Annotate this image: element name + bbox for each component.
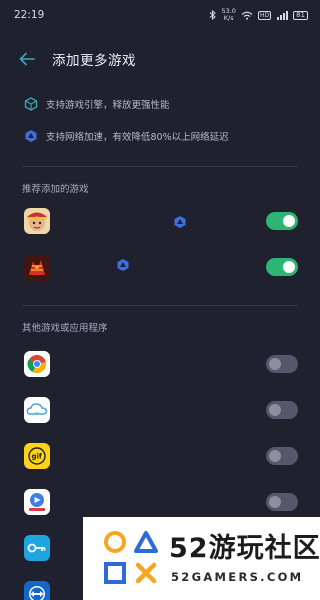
network-accelerate-icon xyxy=(116,257,130,271)
bluetooth-icon xyxy=(209,10,217,20)
game-red-character-icon xyxy=(24,255,50,281)
others-section-label: 其他游戏或应用程序 xyxy=(22,323,108,334)
battery-icon: 81 xyxy=(293,10,308,20)
watermark-logo-icon xyxy=(101,527,161,589)
network-speed: 53.0 K/s xyxy=(221,8,235,22)
back-arrow-icon[interactable] xyxy=(18,50,36,68)
divider xyxy=(22,305,298,306)
watermark-banner: 52游玩社区 52GAMERS.COM xyxy=(83,517,320,600)
toggle-knob xyxy=(269,450,281,462)
toggle-switch[interactable] xyxy=(266,258,298,276)
toggle-switch[interactable] xyxy=(266,401,298,419)
recommended-section-label: 推荐添加的游戏 xyxy=(22,184,89,195)
toggle-knob xyxy=(283,261,295,273)
status-time: 22:19 xyxy=(14,9,45,21)
svg-text:gif: gif xyxy=(32,453,43,461)
divider xyxy=(22,166,298,167)
toggle-switch[interactable] xyxy=(266,447,298,465)
hd-badge: HD xyxy=(257,10,272,20)
signal-icon xyxy=(276,10,289,20)
key-app-icon xyxy=(24,535,50,561)
game-one-piece-icon xyxy=(24,208,50,234)
page-title: 添加更多游戏 xyxy=(52,53,136,69)
feature-engine: 支持游戏引擎，释放更强性能 xyxy=(0,88,320,120)
toggle-switch[interactable] xyxy=(266,355,298,373)
toggle-knob xyxy=(283,215,295,227)
list-item[interactable] xyxy=(0,344,320,390)
red-video-app-icon xyxy=(24,489,50,515)
header: 添加更多游戏 xyxy=(0,30,320,88)
status-icons: 53.0 K/s HD 81 xyxy=(209,8,308,22)
teamviewer-icon xyxy=(24,581,50,600)
status-bar: 22:19 53.0 K/s HD 81 xyxy=(0,0,320,30)
network-accelerate-icon xyxy=(173,214,187,228)
cloud-app-icon xyxy=(24,397,50,423)
toggle-knob xyxy=(269,358,281,370)
list-item[interactable]: gif xyxy=(0,436,320,482)
toggle-knob xyxy=(269,496,281,508)
feature-engine-text: 支持游戏引擎，释放更强性能 xyxy=(46,100,170,111)
chrome-icon xyxy=(24,351,50,377)
engine-cube-icon xyxy=(24,97,38,111)
feature-network-text: 支持网络加速，有效降低80%以上网络延迟 xyxy=(46,132,229,143)
toggle-switch[interactable] xyxy=(266,493,298,511)
gif-app-icon: gif xyxy=(24,443,50,469)
network-speed-unit: K/s xyxy=(223,14,234,22)
feature-network: 支持网络加速，有效降低80%以上网络延迟 xyxy=(0,120,320,152)
wifi-icon xyxy=(241,11,253,20)
toggle-switch[interactable] xyxy=(266,212,298,230)
toggle-knob xyxy=(269,404,281,416)
list-item[interactable] xyxy=(0,245,320,293)
watermark-title: 52游玩社区 xyxy=(169,533,320,564)
network-accelerate-icon xyxy=(24,129,38,143)
watermark-subtitle: 52GAMERS.COM xyxy=(171,570,304,584)
list-item[interactable] xyxy=(0,390,320,436)
list-item[interactable] xyxy=(0,205,320,245)
